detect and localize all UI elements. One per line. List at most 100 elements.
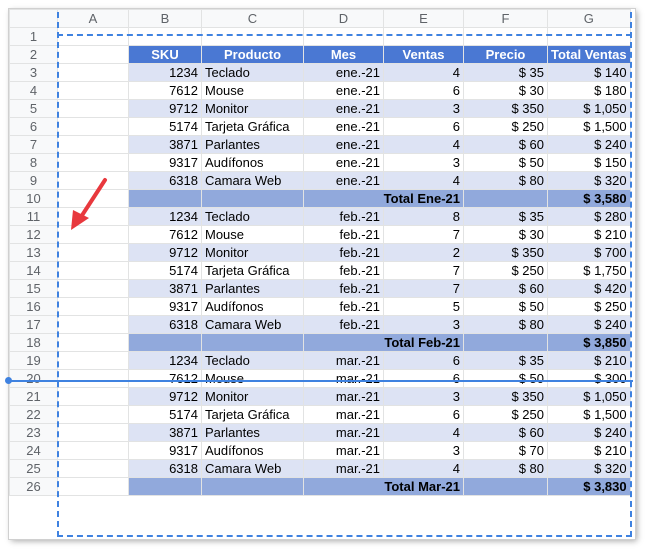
sku-cell[interactable]: 9317 bbox=[128, 153, 202, 172]
total-cell[interactable]: $ 240 bbox=[547, 135, 631, 154]
product-cell[interactable]: Mouse bbox=[201, 369, 304, 388]
price-cell[interactable]: $ 60 bbox=[463, 279, 548, 298]
sales-cell[interactable]: 3 bbox=[383, 441, 464, 460]
product-cell[interactable]: Teclado bbox=[201, 63, 304, 82]
cell-a[interactable] bbox=[57, 99, 129, 118]
sales-cell[interactable]: 4 bbox=[383, 423, 464, 442]
sales-cell[interactable]: 3 bbox=[383, 99, 464, 118]
total-cell[interactable]: $ 210 bbox=[547, 351, 631, 370]
cell-a[interactable] bbox=[57, 27, 129, 46]
total-cell[interactable]: $ 320 bbox=[547, 171, 631, 190]
month-cell[interactable]: mar.-21 bbox=[303, 423, 384, 442]
empty-cell[interactable] bbox=[128, 333, 202, 352]
total-value[interactable]: $ 3,580 bbox=[547, 189, 631, 208]
price-cell[interactable]: $ 250 bbox=[463, 261, 548, 280]
sku-cell[interactable]: 9317 bbox=[128, 441, 202, 460]
sku-cell[interactable]: 9712 bbox=[128, 243, 202, 262]
table-header-cell[interactable]: Mes bbox=[303, 45, 384, 64]
column-header[interactable]: C bbox=[201, 9, 304, 28]
total-value[interactable]: $ 3,830 bbox=[547, 477, 631, 496]
sku-cell[interactable]: 1234 bbox=[128, 207, 202, 226]
total-cell[interactable]: $ 210 bbox=[547, 225, 631, 244]
cell-a[interactable] bbox=[57, 315, 129, 334]
month-cell[interactable]: mar.-21 bbox=[303, 387, 384, 406]
row-header[interactable]: 6 bbox=[9, 117, 58, 136]
month-cell[interactable]: feb.-21 bbox=[303, 225, 384, 244]
cell-a[interactable] bbox=[57, 405, 129, 424]
sku-cell[interactable]: 1234 bbox=[128, 63, 202, 82]
total-cell[interactable]: $ 250 bbox=[547, 297, 631, 316]
cell-a[interactable] bbox=[57, 459, 129, 478]
sales-cell[interactable]: 3 bbox=[383, 387, 464, 406]
row-header[interactable]: 2 bbox=[9, 45, 58, 64]
cell-a[interactable] bbox=[57, 261, 129, 280]
total-cell[interactable]: $ 210 bbox=[547, 441, 631, 460]
cell-a[interactable] bbox=[57, 153, 129, 172]
price-cell[interactable]: $ 80 bbox=[463, 459, 548, 478]
empty-cell[interactable] bbox=[201, 189, 304, 208]
price-cell[interactable]: $ 80 bbox=[463, 171, 548, 190]
price-cell[interactable]: $ 250 bbox=[463, 117, 548, 136]
month-cell[interactable]: feb.-21 bbox=[303, 243, 384, 262]
product-cell[interactable]: Monitor bbox=[201, 387, 304, 406]
column-header[interactable]: G bbox=[547, 9, 631, 28]
sku-cell[interactable]: 7612 bbox=[128, 369, 202, 388]
product-cell[interactable]: Tarjeta Gráfica bbox=[201, 261, 304, 280]
month-cell[interactable]: ene.-21 bbox=[303, 135, 384, 154]
empty-cell[interactable] bbox=[128, 27, 202, 46]
price-cell[interactable]: $ 80 bbox=[463, 315, 548, 334]
price-cell[interactable]: $ 35 bbox=[463, 351, 548, 370]
total-cell[interactable]: $ 420 bbox=[547, 279, 631, 298]
sales-cell[interactable]: 6 bbox=[383, 369, 464, 388]
month-cell[interactable]: feb.-21 bbox=[303, 207, 384, 226]
row-header[interactable]: 7 bbox=[9, 135, 58, 154]
month-cell[interactable]: mar.-21 bbox=[303, 405, 384, 424]
total-cell[interactable]: $ 1,500 bbox=[547, 405, 631, 424]
sales-cell[interactable]: 4 bbox=[383, 135, 464, 154]
sales-cell[interactable]: 2 bbox=[383, 243, 464, 262]
sales-cell[interactable]: 4 bbox=[383, 171, 464, 190]
month-cell[interactable]: mar.-21 bbox=[303, 441, 384, 460]
total-cell[interactable]: $ 240 bbox=[547, 315, 631, 334]
table-header-cell[interactable]: SKU bbox=[128, 45, 202, 64]
sales-cell[interactable]: 7 bbox=[383, 261, 464, 280]
cell-a[interactable] bbox=[57, 369, 129, 388]
sku-cell[interactable]: 5174 bbox=[128, 261, 202, 280]
row-header[interactable]: 23 bbox=[9, 423, 58, 442]
price-cell[interactable]: $ 50 bbox=[463, 153, 548, 172]
cell-a[interactable] bbox=[57, 135, 129, 154]
cell-a[interactable] bbox=[57, 297, 129, 316]
sales-cell[interactable]: 7 bbox=[383, 225, 464, 244]
price-cell[interactable]: $ 350 bbox=[463, 243, 548, 262]
sku-cell[interactable]: 7612 bbox=[128, 225, 202, 244]
empty-cell[interactable] bbox=[463, 333, 548, 352]
row-header[interactable]: 22 bbox=[9, 405, 58, 424]
row-header[interactable]: 13 bbox=[9, 243, 58, 262]
empty-cell[interactable] bbox=[383, 27, 464, 46]
empty-cell[interactable] bbox=[547, 27, 631, 46]
total-cell[interactable]: $ 1,050 bbox=[547, 387, 631, 406]
table-header-cell[interactable]: Producto bbox=[201, 45, 304, 64]
product-cell[interactable]: Monitor bbox=[201, 99, 304, 118]
empty-cell[interactable] bbox=[201, 27, 304, 46]
sku-cell[interactable]: 6318 bbox=[128, 459, 202, 478]
price-cell[interactable]: $ 35 bbox=[463, 63, 548, 82]
cell-a[interactable] bbox=[57, 117, 129, 136]
total-cell[interactable]: $ 700 bbox=[547, 243, 631, 262]
row-header[interactable]: 10 bbox=[9, 189, 58, 208]
empty-cell[interactable] bbox=[463, 189, 548, 208]
total-label[interactable]: Total Feb-21 bbox=[303, 333, 464, 352]
sku-cell[interactable]: 6318 bbox=[128, 315, 202, 334]
sku-cell[interactable]: 9712 bbox=[128, 387, 202, 406]
row-header[interactable]: 16 bbox=[9, 297, 58, 316]
sales-cell[interactable]: 7 bbox=[383, 279, 464, 298]
sku-cell[interactable]: 5174 bbox=[128, 117, 202, 136]
page-break-top[interactable] bbox=[57, 34, 632, 36]
page-break-right[interactable] bbox=[630, 12, 632, 537]
row-header[interactable]: 11 bbox=[9, 207, 58, 226]
month-cell[interactable]: ene.-21 bbox=[303, 153, 384, 172]
select-all-corner[interactable] bbox=[9, 9, 58, 28]
row-header[interactable]: 24 bbox=[9, 441, 58, 460]
column-header[interactable]: F bbox=[463, 9, 548, 28]
row-header[interactable]: 25 bbox=[9, 459, 58, 478]
